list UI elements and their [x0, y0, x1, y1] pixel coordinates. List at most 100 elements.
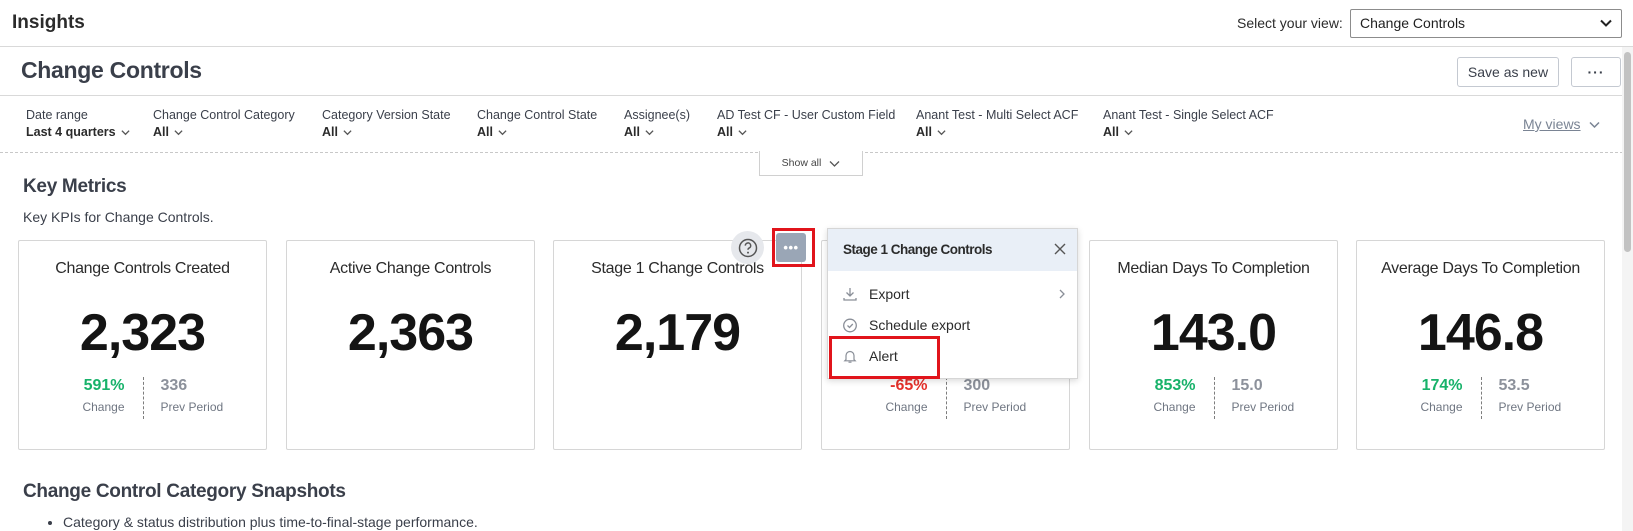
filter-value: All — [477, 125, 493, 139]
view-select-label: Select your view: — [1237, 15, 1343, 31]
change-label: Change — [1153, 400, 1196, 414]
download-icon — [843, 288, 857, 301]
chevron-down-icon — [1589, 121, 1600, 128]
card-value: 143.0 — [1150, 304, 1277, 362]
card-value: 2,323 — [79, 304, 206, 362]
menu-header: Stage 1 Change Controls — [828, 229, 1077, 271]
card-title: Change Controls Created — [55, 260, 230, 277]
change-value: 591% — [83, 377, 125, 394]
chevron-down-icon — [1600, 19, 1612, 27]
menu-item-label: Export — [869, 286, 910, 302]
save-as-new-button[interactable]: Save as new — [1457, 57, 1559, 87]
prev-period-stat: 336 Prev Period — [143, 377, 267, 414]
page-title: Change Controls — [21, 57, 202, 83]
menu-title: Stage 1 Change Controls — [843, 242, 993, 257]
change-stat: 591% Change — [19, 377, 143, 414]
metric-card-active: Active Change Controls 2,363 — [286, 240, 535, 450]
card-stats: 174% Change 53.5 Prev Period — [1357, 377, 1604, 419]
filter-value: All — [916, 125, 932, 139]
card-value: 2,363 — [347, 304, 474, 362]
change-value: -65% — [890, 377, 928, 394]
highlight-box-options — [772, 228, 815, 267]
filter-value: All — [1103, 125, 1119, 139]
chevron-down-icon — [343, 129, 352, 135]
view-select[interactable]: Change Controls — [1350, 9, 1622, 38]
change-value: 853% — [1154, 377, 1196, 394]
card-title: Average Days To Completion — [1381, 260, 1580, 277]
chevron-down-icon — [829, 160, 840, 167]
metric-card-created: Change Controls Created 2,323 591% Change… — [18, 240, 267, 450]
scrollbar-thumb[interactable] — [1624, 52, 1631, 252]
change-label: Change — [82, 400, 125, 414]
help-button[interactable] — [731, 231, 764, 264]
page-scrollbar[interactable] — [1622, 47, 1633, 531]
snapshots-title: Change Control Category Snapshots — [23, 481, 346, 502]
filter-user-custom-field[interactable]: AD Test CF - User Custom Field All — [717, 108, 895, 139]
prev-period-stat: 53.5 Prev Period — [1481, 377, 1605, 414]
card-title: Active Change Controls — [329, 260, 492, 277]
chevron-down-icon — [121, 129, 130, 135]
change-label: Change — [885, 400, 928, 414]
chevron-right-icon — [1059, 289, 1065, 299]
clock-icon — [843, 318, 857, 333]
prev-label: Prev Period — [1231, 400, 1295, 414]
question-circle-icon — [738, 238, 757, 257]
filter-assignees[interactable]: Assignee(s) All — [624, 108, 690, 139]
filter-value: All — [624, 125, 640, 139]
metric-card-stage1: Stage 1 Change Controls 2,179 — [553, 240, 802, 450]
filter-label: Anant Test - Multi Select ACF — [916, 108, 1079, 122]
card-stats: -65% Change 300 Prev Period — [822, 377, 1069, 419]
prev-value: 300 — [963, 377, 991, 394]
prev-label: Prev Period — [963, 400, 1027, 414]
snapshots-description: Category & status distribution plus time… — [43, 514, 478, 530]
page-title-row: Change Controls Save as new ··· — [0, 47, 1633, 96]
filter-value: All — [322, 125, 338, 139]
change-label: Change — [1420, 400, 1463, 414]
key-metrics-subtitle: Key KPIs for Change Controls. — [23, 209, 214, 225]
filter-single-select-acf[interactable]: Anant Test - Single Select ACF All — [1103, 108, 1274, 139]
menu-item-schedule-export[interactable]: Schedule export — [828, 311, 1077, 339]
menu-item-export[interactable]: Export — [828, 280, 1077, 308]
highlight-box-alert — [829, 336, 940, 379]
filter-value: Last 4 quarters — [26, 125, 116, 139]
filter-date-range[interactable]: Date range Last 4 quarters — [26, 108, 130, 139]
prev-label: Prev Period — [160, 400, 224, 414]
filter-change-control-state[interactable]: Change Control State All — [477, 108, 597, 139]
chevron-down-icon — [1124, 129, 1133, 135]
my-views-link[interactable]: My views — [1523, 116, 1600, 132]
top-bar: Insights Select your view: Change Contro… — [0, 0, 1633, 47]
change-stat: 174% Change — [1357, 377, 1481, 414]
show-all-label: Show all — [781, 157, 822, 169]
chevron-down-icon — [498, 129, 507, 135]
filter-label: Anant Test - Single Select ACF — [1103, 108, 1274, 122]
change-value: 174% — [1421, 377, 1463, 394]
filter-change-control-category[interactable]: Change Control Category All — [153, 108, 295, 139]
filter-value: All — [717, 125, 733, 139]
chevron-down-icon — [174, 129, 183, 135]
filter-label: Date range — [26, 108, 88, 122]
close-icon[interactable] — [1053, 242, 1067, 256]
prev-value: 53.5 — [1498, 377, 1530, 394]
filter-value: All — [153, 125, 169, 139]
view-select-value: Change Controls — [1360, 15, 1466, 31]
card-stats: 591% Change 336 Prev Period — [19, 377, 266, 419]
filter-label: Change Control State — [477, 108, 598, 122]
card-value: 2,179 — [614, 304, 741, 362]
card-stats: 853% Change 15.0 Prev Period — [1090, 377, 1337, 419]
filter-label: Change Control Category — [153, 108, 295, 122]
card-value: 146.8 — [1417, 304, 1544, 362]
card-title: Median Days To Completion — [1117, 260, 1310, 277]
filter-category-version-state[interactable]: Category Version State All — [322, 108, 451, 139]
my-views-label: My views — [1523, 116, 1581, 132]
chevron-down-icon — [738, 129, 747, 135]
more-options-button[interactable]: ··· — [1571, 57, 1621, 87]
filter-multi-select-acf[interactable]: Anant Test - Multi Select ACF All — [916, 108, 1078, 139]
show-all-button[interactable]: Show all — [759, 151, 863, 176]
prev-value: 15.0 — [1231, 377, 1263, 394]
prev-label: Prev Period — [1498, 400, 1562, 414]
prev-period-stat: 300 Prev Period — [946, 377, 1070, 414]
menu-item-label: Schedule export — [869, 317, 971, 333]
filter-label: Assignee(s) — [624, 108, 690, 122]
filter-label: AD Test CF - User Custom Field — [717, 108, 896, 122]
metric-card-median-days: Median Days To Completion 143.0 853% Chan… — [1089, 240, 1338, 450]
